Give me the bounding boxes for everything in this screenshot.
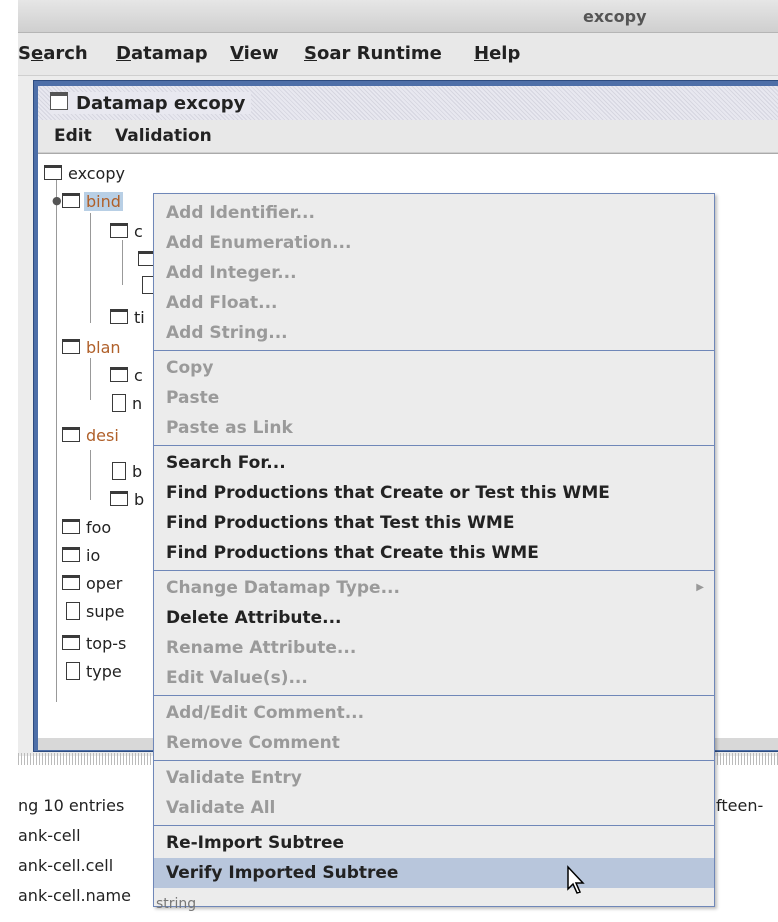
menu-separator bbox=[154, 825, 714, 826]
tree-node-top-s[interactable]: top-s bbox=[52, 634, 128, 653]
menu-item-verify-imported-subtree[interactable]: Verify Imported Subtree bbox=[154, 858, 714, 888]
menu-separator bbox=[154, 445, 714, 446]
folder-icon bbox=[110, 309, 128, 324]
menu-item-search-for[interactable]: Search For... bbox=[154, 448, 714, 478]
output-line-right: fteen- bbox=[716, 796, 764, 815]
tree-node-blan[interactable]: blan bbox=[52, 338, 123, 357]
menu-item-paste-as-link[interactable]: Paste as Link bbox=[154, 413, 714, 443]
menu-item-change-datamap-type[interactable]: Change Datamap Type... ▶ bbox=[154, 573, 714, 603]
tree-node[interactable]: c bbox=[86, 366, 145, 385]
output-line: ank-cell.name bbox=[18, 886, 131, 905]
output-line: ank-cell.cell bbox=[18, 856, 114, 875]
menu-item-add-edit-comment[interactable]: Add/Edit Comment... bbox=[154, 698, 714, 728]
tree-node-desi[interactable]: desi bbox=[52, 426, 121, 445]
menu-item-add-float[interactable]: Add Float... bbox=[154, 288, 714, 318]
folder-icon bbox=[62, 339, 80, 354]
file-icon bbox=[112, 462, 126, 480]
folder-icon bbox=[62, 427, 80, 442]
tree-node[interactable]: n bbox=[86, 394, 144, 413]
folder-icon bbox=[110, 367, 128, 382]
submenu-arrow-icon: ▶ bbox=[696, 582, 704, 593]
menu-item-validate-entry[interactable]: Validate Entry bbox=[154, 763, 714, 793]
output-line: ank-cell bbox=[18, 826, 81, 845]
frame-menubar: Edit Validation bbox=[38, 120, 778, 153]
menu-separator bbox=[154, 570, 714, 571]
menu-datamap[interactable]: Datamap bbox=[116, 43, 208, 64]
menu-validation[interactable]: Validation bbox=[115, 126, 212, 146]
menu-item-remove-comment[interactable]: Remove Comment bbox=[154, 728, 714, 758]
menu-separator bbox=[154, 695, 714, 696]
file-icon bbox=[66, 662, 80, 680]
tree-node-foo[interactable]: foo bbox=[52, 518, 113, 537]
expand-toggle-icon[interactable]: ● bbox=[52, 194, 62, 207]
folder-icon bbox=[110, 223, 128, 238]
tree-node[interactable]: ti bbox=[86, 308, 147, 327]
menu-item-copy[interactable]: Copy bbox=[154, 353, 714, 383]
frame-title: Datamap excopy bbox=[76, 93, 246, 114]
menu-separator bbox=[154, 760, 714, 761]
file-icon bbox=[66, 602, 80, 620]
menu-item-rename-attribute[interactable]: Rename Attribute... bbox=[154, 633, 714, 663]
menu-search[interactable]: Search bbox=[18, 43, 88, 64]
folder-icon bbox=[62, 575, 80, 590]
menu-item-delete-attribute[interactable]: Delete Attribute... bbox=[154, 603, 714, 633]
folder-icon bbox=[62, 519, 80, 534]
tree-node-supe[interactable]: supe bbox=[52, 602, 126, 621]
output-line: ng 10 entries bbox=[18, 796, 125, 815]
tree-node-bind[interactable]: ● bind bbox=[52, 192, 123, 211]
tree-root[interactable]: excopy bbox=[44, 164, 127, 183]
menu-item-find-test[interactable]: Find Productions that Test this WME bbox=[154, 508, 714, 538]
tree-node-io[interactable]: io bbox=[52, 546, 102, 565]
tree-node-type[interactable]: type bbox=[52, 662, 124, 681]
file-icon bbox=[112, 394, 126, 412]
window-titlebar: excopy bbox=[18, 0, 778, 33]
menu-item-label: Change Datamap Type... bbox=[166, 578, 400, 598]
menu-item-reimport-subtree[interactable]: Re-Import Subtree bbox=[154, 828, 714, 858]
folder-icon bbox=[62, 193, 80, 208]
menu-item-find-create[interactable]: Find Productions that Create this WME bbox=[154, 538, 714, 568]
window-title: excopy bbox=[583, 7, 647, 26]
menu-item-paste[interactable]: Paste bbox=[154, 383, 714, 413]
context-menu: Add Identifier... Add Enumeration... Add… bbox=[153, 193, 715, 907]
folder-icon bbox=[62, 635, 80, 650]
folder-icon bbox=[44, 165, 62, 180]
menu-item-add-identifier[interactable]: Add Identifier... bbox=[154, 198, 714, 228]
menu-item-validate-all[interactable]: Validate All bbox=[154, 793, 714, 823]
menu-help[interactable]: Help bbox=[474, 43, 520, 64]
menu-item-add-enumeration[interactable]: Add Enumeration... bbox=[154, 228, 714, 258]
menu-item-edit-values[interactable]: Edit Value(s)... bbox=[154, 663, 714, 693]
menu-item-find-create-or-test[interactable]: Find Productions that Create or Test thi… bbox=[154, 478, 714, 508]
menu-item-add-string[interactable]: Add String... bbox=[154, 318, 714, 348]
datamap-frame-titlebar[interactable]: Datamap excopy bbox=[38, 86, 778, 120]
menu-view[interactable]: View bbox=[230, 43, 279, 64]
output-line-tail: string bbox=[156, 896, 197, 912]
tree-node[interactable]: b bbox=[86, 490, 146, 509]
tree-node-oper[interactable]: oper bbox=[52, 574, 124, 593]
folder-icon bbox=[62, 547, 80, 562]
mouse-cursor-icon bbox=[567, 865, 585, 894]
menu-edit[interactable]: Edit bbox=[54, 126, 92, 146]
menu-item-add-integer[interactable]: Add Integer... bbox=[154, 258, 714, 288]
folder-icon bbox=[110, 491, 128, 506]
menu-soar-runtime[interactable]: Soar Runtime bbox=[304, 43, 442, 64]
tree-node[interactable]: c bbox=[86, 222, 145, 241]
menu-separator bbox=[154, 350, 714, 351]
tree-node[interactable]: b bbox=[86, 462, 144, 481]
main-menubar: Search Datamap View Soar Runtime Help bbox=[18, 33, 778, 76]
frame-icon bbox=[50, 92, 68, 110]
